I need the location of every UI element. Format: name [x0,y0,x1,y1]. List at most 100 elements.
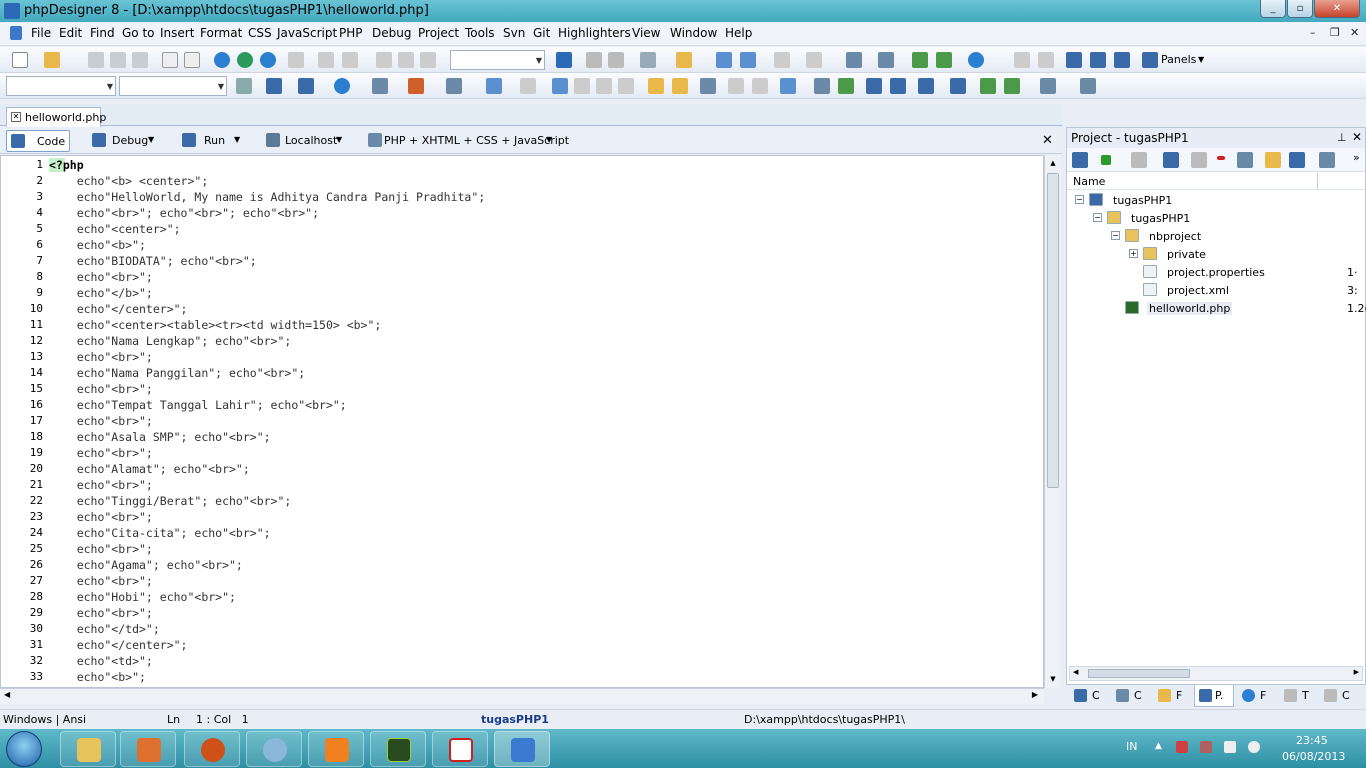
wrap-icon[interactable] [236,78,252,94]
tree-scroll-left-icon[interactable]: ◀ [1073,668,1078,676]
check-icon[interactable] [780,78,796,94]
close-tab-icon[interactable]: ✕ [11,112,21,122]
outdent-icon[interactable] [574,78,590,94]
security-icon[interactable] [1176,741,1188,753]
open-folder-icon[interactable] [44,52,60,68]
maximize-button[interactable]: ▫ [1287,0,1313,18]
menu-edit[interactable]: Edit [59,26,82,40]
scroll-down-icon[interactable]: ▼ [1045,671,1061,687]
image-icon[interactable] [838,78,854,94]
unfold-icon[interactable] [752,78,768,94]
taskbar-media[interactable] [120,731,176,767]
properties-icon[interactable] [1237,152,1253,168]
chain-icon[interactable] [814,78,830,94]
debug-icon[interactable] [1040,78,1056,94]
highlighter-button[interactable]: PHP + XHTML + CSS + JavaScript ▼ [364,130,569,152]
refresh-icon[interactable] [1191,152,1207,168]
ftp-icon[interactable] [846,52,862,68]
copy2-icon[interactable] [398,52,414,68]
tree-item[interactable]: project.properties 1· [1067,263,1365,281]
form-icon[interactable] [298,78,314,94]
copy-icon[interactable] [162,52,178,68]
color-icon[interactable] [408,78,424,94]
layout3-icon[interactable] [1114,52,1130,68]
encoding-status[interactable]: Windows | Ansi [3,713,86,726]
taskbar-firefox[interactable] [184,731,240,767]
volume-icon[interactable] [1248,741,1260,753]
menu-highlighters[interactable]: Highlighters [558,26,631,40]
tree-item[interactable]: project.xml 3: [1067,281,1365,299]
filter-icon[interactable] [716,52,732,68]
div-icon[interactable] [918,78,934,94]
menu-format[interactable]: Format [200,26,242,40]
tab-panel-6[interactable]: T [1284,688,1318,704]
undo-icon[interactable] [318,52,334,68]
insert-icon[interactable] [372,78,388,94]
flag-icon[interactable] [1200,741,1212,753]
list-icon[interactable] [890,78,906,94]
indent-icon[interactable] [552,78,568,94]
link-icon[interactable] [334,78,350,94]
dock-icon[interactable] [1014,52,1030,68]
editor-horizontal-scrollbar[interactable]: ◀ ▶ [0,688,1044,704]
taskbar-xampp[interactable] [308,731,364,767]
column-divider[interactable] [1317,173,1318,190]
collapse-icon[interactable]: − [1075,195,1084,204]
menu-help[interactable]: Help [725,26,752,40]
save-all-icon[interactable] [132,52,148,68]
uncomment-icon[interactable] [618,78,634,94]
sync-icon[interactable] [1163,152,1179,168]
menu-project[interactable]: Project [418,26,459,40]
code-editor[interactable]: 1 2 3 4 5 6 7 8 9 10 11 12 13 14 15 16 17 18 19 20 21 22 23 24 2… [0,155,1044,688]
back-icon[interactable] [774,52,790,68]
hand-icon[interactable] [648,78,664,94]
paste2-icon[interactable] [420,52,436,68]
scroll-thumb[interactable] [1047,173,1059,488]
language-indicator[interactable]: IN [1126,740,1137,753]
new-folder-icon[interactable] [1265,152,1281,168]
menu-tools[interactable]: Tools [465,26,495,40]
close-panel-icon[interactable]: ✕ [1352,130,1362,144]
tidy-icon[interactable] [672,78,688,94]
close-button[interactable]: ✕ [1314,0,1360,18]
menu-file[interactable]: File [31,26,51,40]
save-icon[interactable] [88,52,104,68]
debug-button[interactable]: Debug ▼ [88,130,160,152]
arrow-right-icon[interactable] [556,52,572,68]
add-icon[interactable] [1101,155,1111,165]
menu-goto[interactable]: Go to [122,26,155,40]
tab-panel-1[interactable]: C [1074,688,1108,704]
step-icon[interactable] [1004,78,1020,94]
menu-debug[interactable]: Debug [372,26,411,40]
find-icon[interactable] [586,52,602,68]
tree-scroll-right-icon[interactable]: ▶ [1354,668,1359,676]
network-icon[interactable] [1224,741,1236,753]
scroll-right-icon[interactable]: ▶ [1032,690,1038,699]
collapse-icon[interactable] [1289,152,1305,168]
globe-icon[interactable] [214,52,230,68]
layout-icon[interactable] [1066,52,1082,68]
search-combo[interactable]: ▼ [450,50,545,70]
expand-icon[interactable]: + [1129,249,1138,258]
app-icon[interactable] [4,3,20,19]
menu-git[interactable]: Git [533,26,550,40]
menu-insert[interactable]: Insert [160,26,194,40]
table-icon[interactable] [266,78,282,94]
more-icon[interactable]: » [1353,151,1360,164]
tab-panel-2[interactable]: C [1116,688,1150,704]
mdi-close-button[interactable]: ✕ [1350,26,1359,39]
menu-javascript[interactable]: JavaScript [277,26,337,40]
paste-icon[interactable] [184,52,200,68]
browser-icon[interactable] [260,52,276,68]
comment-icon[interactable] [596,78,612,94]
scroll-left-icon[interactable]: ◀ [4,690,10,699]
minimize-button[interactable]: _ [1260,0,1286,18]
panels-icon[interactable] [1142,52,1158,68]
edit-icon[interactable] [1080,78,1096,94]
collapse-icon[interactable]: − [1111,231,1120,240]
font-combo[interactable]: ▼ [6,76,116,96]
document-icon[interactable] [10,26,22,40]
select-icon[interactable] [950,78,966,94]
tab-panel-project[interactable]: P. [1194,685,1234,707]
show-hidden-icons[interactable]: ▲ [1155,741,1162,751]
